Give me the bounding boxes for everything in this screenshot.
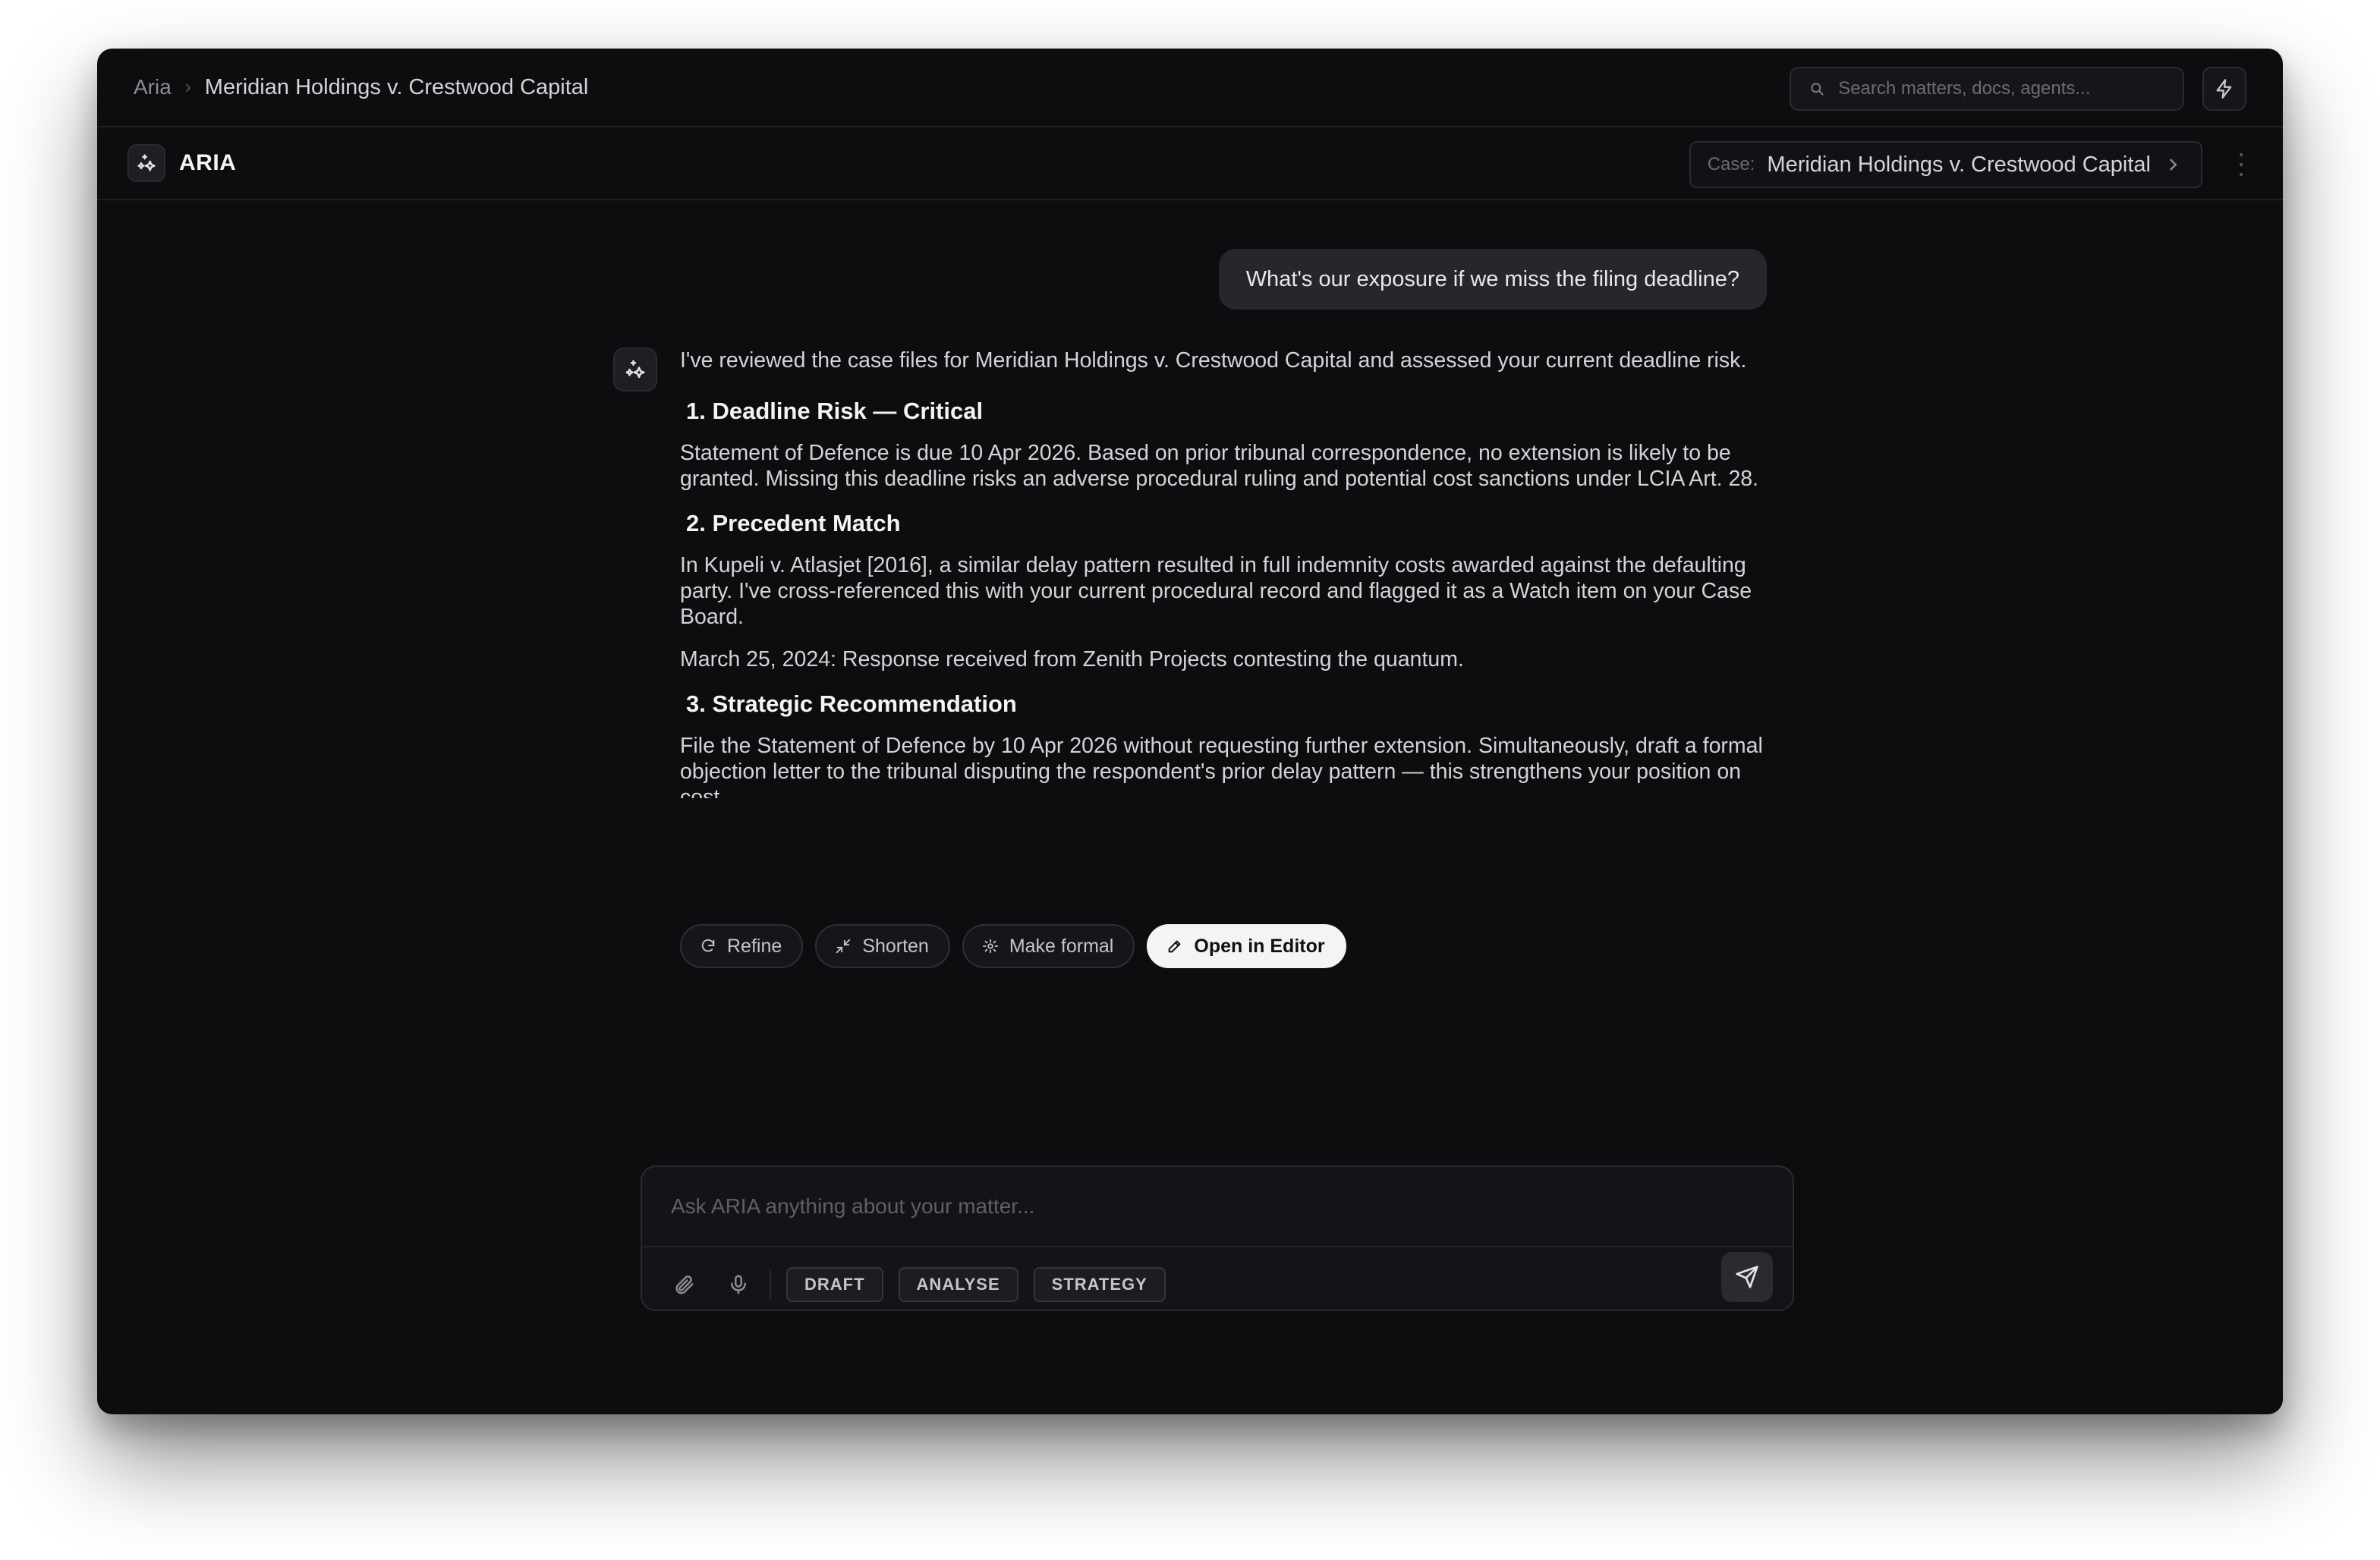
mode-draft-button[interactable]: DRAFT (786, 1267, 883, 1302)
wand-icon (982, 939, 998, 954)
pencil-icon (1169, 940, 1181, 953)
attach-button[interactable] (671, 1272, 697, 1297)
lightning-icon (2216, 79, 2232, 99)
composer-input-area (642, 1167, 1793, 1247)
refine-label: Refine (727, 935, 782, 957)
case-value: Meridian Holdings v. Crestwood Capital (1767, 152, 2151, 177)
make-formal-button[interactable]: Make formal (962, 924, 1135, 968)
refresh-icon (701, 939, 715, 952)
app-window: Aria › Meridian Holdings v. Crestwood Ca… (97, 49, 2283, 1414)
quick-action-button[interactable] (2202, 67, 2246, 111)
open-in-editor-label: Open in Editor (1194, 935, 1325, 957)
section-body: File the Statement of Defence by 10 Apr … (680, 734, 1763, 798)
assistant-header: ARIA Case: Meridian Holdings v. Crestwoo… (97, 127, 2283, 200)
search-input[interactable] (1838, 78, 2164, 99)
case-label: Case: (1707, 154, 1755, 175)
shorten-button[interactable]: Shorten (815, 924, 950, 968)
case-selector[interactable]: Case: Meridian Holdings v. Crestwood Cap… (1689, 141, 2202, 188)
top-bar: Aria › Meridian Holdings v. Crestwood Ca… (97, 49, 2283, 127)
assistant-response: I've reviewed the case files for Meridia… (680, 348, 1773, 815)
search-box[interactable] (1790, 67, 2184, 111)
more-options-icon[interactable] (2237, 153, 2245, 176)
aria-logo (128, 144, 165, 182)
user-message-bubble: What's our exposure if we miss the filin… (1218, 249, 1767, 310)
composer-toolbar: DRAFT ANALYSE STRATEGY (671, 1263, 1773, 1307)
assistant-avatar (613, 348, 657, 392)
section-body: Statement of Defence is due 10 Apr 2026.… (680, 441, 1759, 491)
section-body: March 25, 2024: Response received from Z… (680, 647, 1464, 671)
app-name: ARIA (179, 150, 237, 175)
search-icon (1811, 83, 1824, 96)
voice-button[interactable] (726, 1272, 751, 1297)
sparkle-icon (625, 360, 645, 379)
breadcrumb-separator: › (184, 77, 191, 97)
mode-analyse-button[interactable]: ANALYSE (898, 1267, 1018, 1302)
section-heading: 3. Strategic Recommendation (686, 690, 1017, 717)
send-icon (1736, 1266, 1758, 1288)
make-formal-label: Make formal (1009, 935, 1114, 957)
breadcrumb: Aria › Meridian Holdings v. Crestwood Ca… (134, 75, 588, 100)
response-actions: Refine Shorten Make formal Open in Edito… (680, 924, 1346, 968)
microphone-icon (731, 1275, 746, 1294)
mode-strategy-button[interactable]: STRATEGY (1033, 1267, 1166, 1302)
open-in-editor-button[interactable]: Open in Editor (1147, 924, 1346, 968)
section-heading: 1. Deadline Risk — Critical (686, 398, 984, 424)
section-heading: 2. Precedent Match (686, 510, 901, 536)
refine-button[interactable]: Refine (680, 924, 804, 968)
shorten-label: Shorten (862, 935, 929, 957)
minimize-icon (836, 939, 851, 954)
response-intro: I've reviewed the case files for Meridia… (680, 348, 1747, 373)
paperclip-icon (675, 1275, 694, 1294)
chevron-right-icon (2170, 159, 2177, 171)
section-body: In Kupeli v. Atlasjet [2016], a similar … (680, 553, 1752, 629)
message-composer: DRAFT ANALYSE STRATEGY (641, 1165, 1794, 1311)
sparkle-icon (137, 154, 156, 171)
message-input[interactable] (671, 1194, 1764, 1219)
breadcrumb-current: Meridian Holdings v. Crestwood Capital (204, 74, 589, 99)
send-button[interactable] (1721, 1252, 1773, 1302)
breadcrumb-root[interactable]: Aria (134, 75, 172, 99)
toolbar-divider (770, 1270, 771, 1299)
